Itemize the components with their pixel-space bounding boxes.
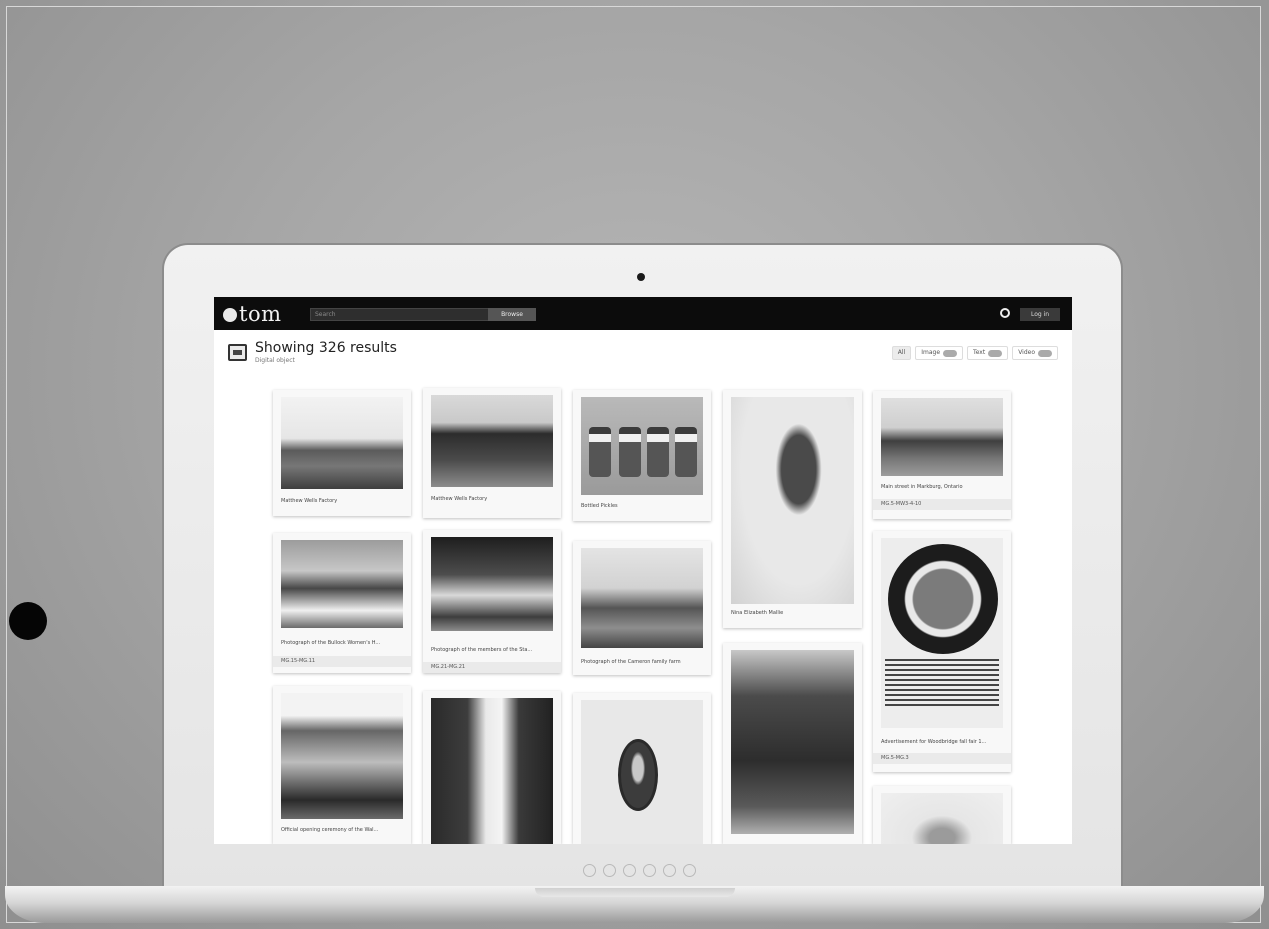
card-caption: Photograph of the Bullock Women's H... [281, 640, 381, 646]
hinge-dot [643, 864, 656, 877]
card-thumbnail [281, 540, 403, 628]
laptop-screen: tom Search Browse Log in Showing 326 res… [214, 297, 1072, 844]
filter-image[interactable]: Image [915, 346, 964, 360]
top-navigation-bar: tom Search Browse Log in [214, 297, 1072, 330]
result-card[interactable]: Bottled Pickles [573, 390, 711, 521]
card-thumbnail [581, 700, 703, 844]
result-card[interactable]: Nina Elizabeth Mallie [723, 390, 862, 628]
result-card[interactable] [873, 786, 1011, 844]
card-reference: MG.21-MG.21 [423, 662, 561, 673]
filter-text-label: Text [973, 349, 986, 356]
camera-icon [637, 273, 645, 281]
hinge-dot [583, 864, 596, 877]
result-card[interactable]: Matthew Wells Factory [273, 390, 411, 516]
card-thumbnail [431, 395, 553, 487]
card-thumbnail [581, 397, 703, 495]
card-reference: MG.15-MG.11 [273, 656, 411, 667]
browse-button[interactable]: Browse [488, 308, 536, 321]
logo-text: tom [239, 301, 282, 326]
result-card[interactable]: Photograph of the Bullock Women's H... M… [273, 533, 411, 673]
card-thumbnail [431, 537, 553, 631]
card-reference: MG.5-MW3-4-10 [873, 499, 1011, 510]
language-globe-icon[interactable] [1000, 308, 1010, 318]
result-card[interactable]: Main street in Markburg, Ontario MG.5-MW… [873, 391, 1011, 519]
count-pill [988, 349, 1003, 357]
card-caption: Official opening ceremony of the Wal... [281, 827, 379, 833]
card-thumbnail [881, 793, 1003, 844]
login-button[interactable]: Log in [1020, 308, 1060, 321]
result-card[interactable]: Advertisement for Woodbridge fall fair 1… [873, 531, 1011, 772]
filter-all[interactable]: All [891, 346, 912, 360]
card-thumbnail [281, 397, 403, 489]
result-card[interactable]: Official opening ceremony of the Wal... [273, 686, 411, 844]
result-card[interactable]: Matthew Wells Factory [423, 388, 561, 518]
fair-emblem [888, 544, 998, 654]
card-thumbnail [731, 650, 854, 834]
hinge-dot [683, 864, 696, 877]
result-card[interactable]: Photograph of the Cameron family farm [573, 541, 711, 675]
results-title: Showing 326 results [255, 340, 397, 356]
card-caption: Main street in Markburg, Ontario [881, 484, 963, 490]
card-caption: Bottled Pickles [581, 503, 618, 509]
oval-portrait [618, 739, 658, 811]
jar-shape [647, 427, 669, 477]
hinge-dot [663, 864, 676, 877]
filter-all-label: All [897, 349, 906, 356]
media-type-filters: All Image Text Video [891, 346, 1058, 360]
card-caption: Matthew Wells Factory [281, 498, 338, 504]
digital-object-icon [228, 344, 247, 361]
card-caption: Matthew Wells Factory [431, 496, 488, 502]
card-thumbnail [881, 538, 1003, 728]
result-card[interactable] [423, 691, 561, 844]
hinge-dot [623, 864, 636, 877]
laptop-hinge-dots [583, 864, 696, 877]
card-caption: Photograph of the members of the Sta... [431, 647, 533, 653]
filter-video[interactable]: Video [1012, 346, 1058, 360]
card-caption: Nina Elizabeth Mallie [731, 610, 784, 616]
filter-text[interactable]: Text [967, 346, 1009, 360]
laptop-base-notch [535, 888, 735, 897]
card-reference: MG.5-MG.3 [873, 753, 1011, 764]
card-caption: Advertisement for Woodbridge fall fair 1… [881, 739, 987, 745]
ad-text-lines [885, 656, 999, 708]
result-card[interactable]: Photograph of the members of the Sta... … [423, 530, 561, 673]
results-subtitle: Digital object [255, 357, 295, 364]
card-thumbnail [881, 398, 1003, 476]
hinge-dot [603, 864, 616, 877]
result-card[interactable] [723, 643, 862, 844]
card-thumbnail [731, 397, 854, 604]
jar-shape [589, 427, 611, 477]
result-card[interactable] [573, 693, 711, 844]
jar-shape [619, 427, 641, 477]
count-pill [943, 349, 958, 357]
filter-image-label: Image [921, 349, 941, 356]
card-thumbnail [281, 693, 403, 819]
filter-video-label: Video [1018, 349, 1035, 356]
site-logo[interactable]: tom [223, 302, 282, 326]
jar-shape [675, 427, 697, 477]
card-thumbnail [581, 548, 703, 648]
card-thumbnail [431, 698, 553, 844]
logo-a-icon [223, 308, 237, 322]
side-dot [9, 602, 47, 640]
card-caption: Photograph of the Cameron family farm [581, 659, 681, 665]
count-pill [1038, 349, 1052, 357]
